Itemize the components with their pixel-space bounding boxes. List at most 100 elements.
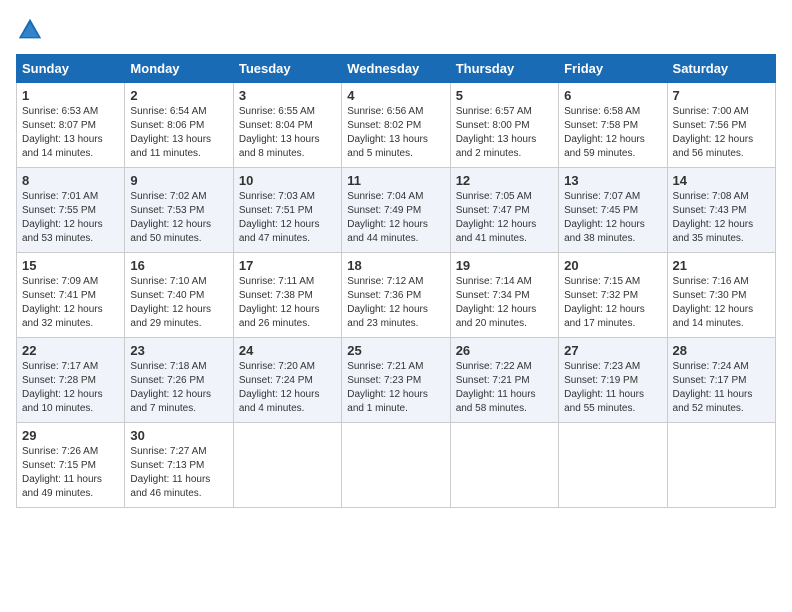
day-number: 27 bbox=[564, 343, 661, 358]
calendar-cell: 5 Sunrise: 6:57 AMSunset: 8:00 PMDaylight… bbox=[450, 83, 558, 168]
day-number: 30 bbox=[130, 428, 227, 443]
day-info: Sunrise: 7:02 AMSunset: 7:53 PMDaylight:… bbox=[130, 190, 227, 246]
day-number: 14 bbox=[673, 173, 770, 188]
header bbox=[16, 16, 776, 44]
calendar-cell: 4 Sunrise: 6:56 AMSunset: 8:02 PMDaylight… bbox=[342, 83, 450, 168]
day-number: 11 bbox=[347, 173, 444, 188]
day-info: Sunrise: 7:08 AMSunset: 7:43 PMDaylight:… bbox=[673, 190, 770, 246]
day-number: 23 bbox=[130, 343, 227, 358]
col-header-thursday: Thursday bbox=[450, 55, 558, 83]
day-info: Sunrise: 7:05 AMSunset: 7:47 PMDaylight:… bbox=[456, 190, 553, 246]
week-row-2: 8 Sunrise: 7:01 AMSunset: 7:55 PMDaylight… bbox=[17, 168, 776, 253]
day-number: 5 bbox=[456, 88, 553, 103]
calendar-cell: 15 Sunrise: 7:09 AMSunset: 7:41 PMDayligh… bbox=[17, 253, 125, 338]
calendar-cell: 9 Sunrise: 7:02 AMSunset: 7:53 PMDaylight… bbox=[125, 168, 233, 253]
day-info: Sunrise: 7:20 AMSunset: 7:24 PMDaylight:… bbox=[239, 360, 336, 416]
day-info: Sunrise: 7:26 AMSunset: 7:15 PMDaylight:… bbox=[22, 445, 119, 501]
calendar-table: SundayMondayTuesdayWednesdayThursdayFrid… bbox=[16, 54, 776, 508]
day-info: Sunrise: 7:18 AMSunset: 7:26 PMDaylight:… bbox=[130, 360, 227, 416]
day-info: Sunrise: 6:55 AMSunset: 8:04 PMDaylight:… bbox=[239, 105, 336, 161]
calendar-cell bbox=[667, 423, 775, 508]
day-info: Sunrise: 7:03 AMSunset: 7:51 PMDaylight:… bbox=[239, 190, 336, 246]
day-info: Sunrise: 6:56 AMSunset: 8:02 PMDaylight:… bbox=[347, 105, 444, 161]
calendar-cell: 20 Sunrise: 7:15 AMSunset: 7:32 PMDayligh… bbox=[559, 253, 667, 338]
calendar-cell: 23 Sunrise: 7:18 AMSunset: 7:26 PMDayligh… bbox=[125, 338, 233, 423]
week-row-3: 15 Sunrise: 7:09 AMSunset: 7:41 PMDayligh… bbox=[17, 253, 776, 338]
day-info: Sunrise: 7:04 AMSunset: 7:49 PMDaylight:… bbox=[347, 190, 444, 246]
day-number: 9 bbox=[130, 173, 227, 188]
day-info: Sunrise: 7:16 AMSunset: 7:30 PMDaylight:… bbox=[673, 275, 770, 331]
col-header-sunday: Sunday bbox=[17, 55, 125, 83]
calendar-cell: 18 Sunrise: 7:12 AMSunset: 7:36 PMDayligh… bbox=[342, 253, 450, 338]
day-number: 25 bbox=[347, 343, 444, 358]
day-number: 16 bbox=[130, 258, 227, 273]
day-number: 24 bbox=[239, 343, 336, 358]
day-number: 20 bbox=[564, 258, 661, 273]
calendar-cell: 6 Sunrise: 6:58 AMSunset: 7:58 PMDaylight… bbox=[559, 83, 667, 168]
day-number: 15 bbox=[22, 258, 119, 273]
day-number: 13 bbox=[564, 173, 661, 188]
day-number: 12 bbox=[456, 173, 553, 188]
calendar-cell: 13 Sunrise: 7:07 AMSunset: 7:45 PMDayligh… bbox=[559, 168, 667, 253]
day-info: Sunrise: 7:12 AMSunset: 7:36 PMDaylight:… bbox=[347, 275, 444, 331]
day-number: 3 bbox=[239, 88, 336, 103]
calendar-cell: 7 Sunrise: 7:00 AMSunset: 7:56 PMDaylight… bbox=[667, 83, 775, 168]
day-info: Sunrise: 7:09 AMSunset: 7:41 PMDaylight:… bbox=[22, 275, 119, 331]
col-header-wednesday: Wednesday bbox=[342, 55, 450, 83]
day-info: Sunrise: 7:17 AMSunset: 7:28 PMDaylight:… bbox=[22, 360, 119, 416]
day-info: Sunrise: 7:07 AMSunset: 7:45 PMDaylight:… bbox=[564, 190, 661, 246]
day-info: Sunrise: 7:22 AMSunset: 7:21 PMDaylight:… bbox=[456, 360, 553, 416]
day-number: 10 bbox=[239, 173, 336, 188]
calendar-cell: 12 Sunrise: 7:05 AMSunset: 7:47 PMDayligh… bbox=[450, 168, 558, 253]
calendar-cell: 19Sunrise: 7:14 AMSunset: 7:34 PMDayligh… bbox=[450, 253, 558, 338]
week-row-1: 1 Sunrise: 6:53 AMSunset: 8:07 PMDaylight… bbox=[17, 83, 776, 168]
calendar-cell: 8 Sunrise: 7:01 AMSunset: 7:55 PMDaylight… bbox=[17, 168, 125, 253]
day-info: Sunrise: 6:57 AMSunset: 8:00 PMDaylight:… bbox=[456, 105, 553, 161]
week-row-5: 29 Sunrise: 7:26 AMSunset: 7:15 PMDayligh… bbox=[17, 423, 776, 508]
calendar-cell: 24 Sunrise: 7:20 AMSunset: 7:24 PMDayligh… bbox=[233, 338, 341, 423]
day-number: 6 bbox=[564, 88, 661, 103]
col-header-tuesday: Tuesday bbox=[233, 55, 341, 83]
calendar-cell: 2 Sunrise: 6:54 AMSunset: 8:06 PMDaylight… bbox=[125, 83, 233, 168]
col-header-friday: Friday bbox=[559, 55, 667, 83]
calendar-cell: 21 Sunrise: 7:16 AMSunset: 7:30 PMDayligh… bbox=[667, 253, 775, 338]
day-info: Sunrise: 6:53 AMSunset: 8:07 PMDaylight:… bbox=[22, 105, 119, 161]
day-number: 4 bbox=[347, 88, 444, 103]
calendar-cell: 30 Sunrise: 7:27 AMSunset: 7:13 PMDayligh… bbox=[125, 423, 233, 508]
calendar-cell: 28Sunrise: 7:24 AMSunset: 7:17 PMDayligh… bbox=[667, 338, 775, 423]
calendar-cell: 17 Sunrise: 7:11 AMSunset: 7:38 PMDayligh… bbox=[233, 253, 341, 338]
calendar-cell: 29 Sunrise: 7:26 AMSunset: 7:15 PMDayligh… bbox=[17, 423, 125, 508]
calendar-cell bbox=[342, 423, 450, 508]
day-number: 7 bbox=[673, 88, 770, 103]
calendar-cell: 1 Sunrise: 6:53 AMSunset: 8:07 PMDaylight… bbox=[17, 83, 125, 168]
day-info: Sunrise: 7:15 AMSunset: 7:32 PMDaylight:… bbox=[564, 275, 661, 331]
calendar-cell: 27Sunrise: 7:23 AMSunset: 7:19 PMDayligh… bbox=[559, 338, 667, 423]
day-info: Sunrise: 7:21 AMSunset: 7:23 PMDaylight:… bbox=[347, 360, 444, 416]
day-number: 1 bbox=[22, 88, 119, 103]
calendar-cell bbox=[450, 423, 558, 508]
col-header-saturday: Saturday bbox=[667, 55, 775, 83]
day-number: 21 bbox=[673, 258, 770, 273]
day-info: Sunrise: 7:27 AMSunset: 7:13 PMDaylight:… bbox=[130, 445, 227, 501]
day-number: 19 bbox=[456, 258, 553, 273]
day-info: Sunrise: 7:11 AMSunset: 7:38 PMDaylight:… bbox=[239, 275, 336, 331]
day-info: Sunrise: 6:58 AMSunset: 7:58 PMDaylight:… bbox=[564, 105, 661, 161]
day-info: Sunrise: 7:01 AMSunset: 7:55 PMDaylight:… bbox=[22, 190, 119, 246]
calendar-cell: 3 Sunrise: 6:55 AMSunset: 8:04 PMDaylight… bbox=[233, 83, 341, 168]
day-number: 8 bbox=[22, 173, 119, 188]
calendar-cell: 22Sunrise: 7:17 AMSunset: 7:28 PMDayligh… bbox=[17, 338, 125, 423]
logo-icon bbox=[16, 16, 44, 44]
col-header-monday: Monday bbox=[125, 55, 233, 83]
day-info: Sunrise: 6:54 AMSunset: 8:06 PMDaylight:… bbox=[130, 105, 227, 161]
calendar-cell: 11 Sunrise: 7:04 AMSunset: 7:49 PMDayligh… bbox=[342, 168, 450, 253]
day-info: Sunrise: 7:10 AMSunset: 7:40 PMDaylight:… bbox=[130, 275, 227, 331]
day-number: 29 bbox=[22, 428, 119, 443]
logo bbox=[16, 16, 48, 44]
calendar-cell: 16 Sunrise: 7:10 AMSunset: 7:40 PMDayligh… bbox=[125, 253, 233, 338]
day-number: 2 bbox=[130, 88, 227, 103]
day-number: 18 bbox=[347, 258, 444, 273]
calendar-cell: 25 Sunrise: 7:21 AMSunset: 7:23 PMDayligh… bbox=[342, 338, 450, 423]
day-number: 28 bbox=[673, 343, 770, 358]
day-info: Sunrise: 7:00 AMSunset: 7:56 PMDaylight:… bbox=[673, 105, 770, 161]
day-number: 17 bbox=[239, 258, 336, 273]
